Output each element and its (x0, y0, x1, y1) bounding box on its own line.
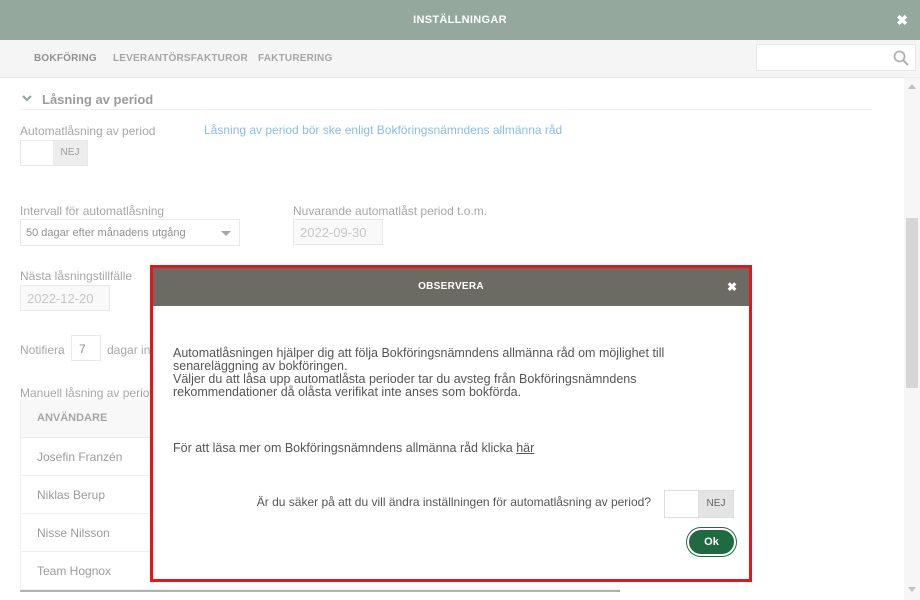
confirm-question: Är du säker på att du vill ändra inställ… (256, 495, 651, 509)
toggle-knob (665, 491, 699, 517)
observera-dialog: OBSERVERA ✖ Automatlåsningen hjälper dig… (150, 265, 752, 582)
confirm-toggle[interactable]: NEJ (664, 490, 734, 518)
dialog-header: OBSERVERA ✖ (153, 268, 749, 306)
toggle-state-label: NEJ (699, 491, 733, 517)
dialog-title: OBSERVERA (418, 281, 484, 292)
ok-button[interactable]: Ok (687, 528, 736, 556)
close-icon[interactable]: ✖ (727, 280, 737, 294)
dialog-read-more: För att läsa mer om Bokföringsnämndens a… (173, 442, 713, 455)
dialog-info-text: Automatlåsningen hjälper dig att följa B… (173, 347, 713, 399)
read-more-text: För att läsa mer om Bokföringsnämndens a… (173, 441, 517, 455)
info-line: rekommendationer då olåsta verifikat int… (173, 385, 522, 399)
read-more-link[interactable]: här (516, 441, 534, 455)
